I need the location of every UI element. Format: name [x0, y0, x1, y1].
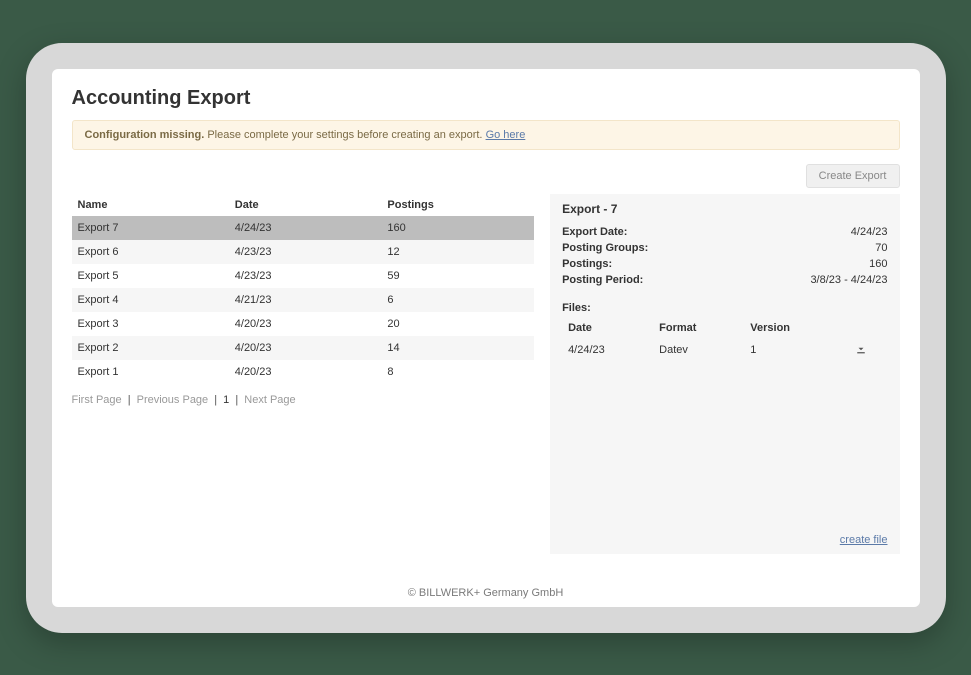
file-cell-format: Datev — [653, 338, 744, 363]
files-col-format: Format — [653, 318, 744, 338]
cell-postings: 12 — [381, 240, 534, 264]
table-row[interactable]: Export 74/24/23160 — [72, 216, 535, 240]
file-cell-date: 4/24/23 — [562, 338, 653, 363]
table-row[interactable]: Export 44/21/236 — [72, 288, 535, 312]
cell-date: 4/20/23 — [229, 336, 382, 360]
table-row[interactable]: Export 24/20/2314 — [72, 336, 535, 360]
detail-key: Posting Period: — [562, 274, 643, 286]
cell-name: Export 3 — [72, 312, 229, 336]
first-page-link[interactable]: First Page — [72, 394, 122, 406]
alert-text: Please complete your settings before cre… — [204, 129, 485, 141]
download-icon[interactable] — [856, 344, 867, 357]
cell-name: Export 7 — [72, 216, 229, 240]
pagination: First Page | Previous Page | 1 | Next Pa… — [72, 394, 535, 406]
table-row[interactable]: Export 64/23/2312 — [72, 240, 535, 264]
cell-name: Export 5 — [72, 264, 229, 288]
cell-postings: 20 — [381, 312, 534, 336]
table-row[interactable]: Export 34/20/2320 — [72, 312, 535, 336]
toolbar: Create Export — [72, 164, 900, 188]
cell-postings: 59 — [381, 264, 534, 288]
cell-name: Export 6 — [72, 240, 229, 264]
detail-value: 160 — [869, 258, 887, 270]
export-detail-panel: Export - 7 Export Date: 4/24/23 Posting Gr… — [550, 194, 899, 554]
col-name: Name — [72, 194, 229, 216]
cell-name: Export 2 — [72, 336, 229, 360]
detail-row: Posting Period: 3/8/23 - 4/24/23 — [562, 272, 887, 288]
col-postings: Postings — [381, 194, 534, 216]
next-page-link[interactable]: Next Page — [244, 394, 295, 406]
cell-postings: 6 — [381, 288, 534, 312]
file-cell-version: 1 — [744, 338, 835, 363]
cell-date: 4/21/23 — [229, 288, 382, 312]
detail-title: Export - 7 — [562, 202, 887, 216]
page-title: Accounting Export — [72, 87, 900, 110]
cell-name: Export 4 — [72, 288, 229, 312]
detail-key: Postings: — [562, 258, 612, 270]
cell-date: 4/20/23 — [229, 312, 382, 336]
cell-date: 4/20/23 — [229, 360, 382, 384]
files-col-date: Date — [562, 318, 653, 338]
detail-value: 3/8/23 - 4/24/23 — [810, 274, 887, 286]
detail-row: Posting Groups: 70 — [562, 240, 887, 256]
current-page: 1 — [223, 394, 229, 406]
detail-value: 4/24/23 — [851, 226, 888, 238]
table-row[interactable]: Export 54/23/2359 — [72, 264, 535, 288]
go-here-link[interactable]: Go here — [486, 129, 526, 141]
files-col-version: Version — [744, 318, 835, 338]
detail-row: Export Date: 4/24/23 — [562, 224, 887, 240]
config-missing-alert: Configuration missing. Please complete y… — [72, 120, 900, 150]
detail-row: Postings: 160 — [562, 256, 887, 272]
file-row: 4/24/23Datev1 — [562, 338, 887, 363]
detail-key: Posting Groups: — [562, 242, 648, 254]
cell-date: 4/23/23 — [229, 264, 382, 288]
cell-date: 4/24/23 — [229, 216, 382, 240]
files-table: Date Format Version 4/24/23Datev1 — [562, 318, 887, 363]
create-file-link[interactable]: create file — [840, 534, 888, 546]
cell-name: Export 1 — [72, 360, 229, 384]
files-heading: Files: — [562, 302, 887, 314]
exports-list-panel: Name Date Postings Export 74/24/23160Exp… — [72, 194, 535, 554]
cell-postings: 8 — [381, 360, 534, 384]
cell-postings: 160 — [381, 216, 534, 240]
exports-table: Name Date Postings Export 74/24/23160Exp… — [72, 194, 535, 384]
create-export-button[interactable]: Create Export — [806, 164, 900, 188]
alert-strong: Configuration missing. — [85, 129, 205, 141]
detail-value: 70 — [875, 242, 887, 254]
cell-postings: 14 — [381, 336, 534, 360]
col-date: Date — [229, 194, 382, 216]
detail-key: Export Date: — [562, 226, 627, 238]
previous-page-link[interactable]: Previous Page — [137, 394, 209, 406]
footer: © BILLWERK+ Germany GmbH — [52, 587, 920, 599]
table-row[interactable]: Export 14/20/238 — [72, 360, 535, 384]
cell-date: 4/23/23 — [229, 240, 382, 264]
